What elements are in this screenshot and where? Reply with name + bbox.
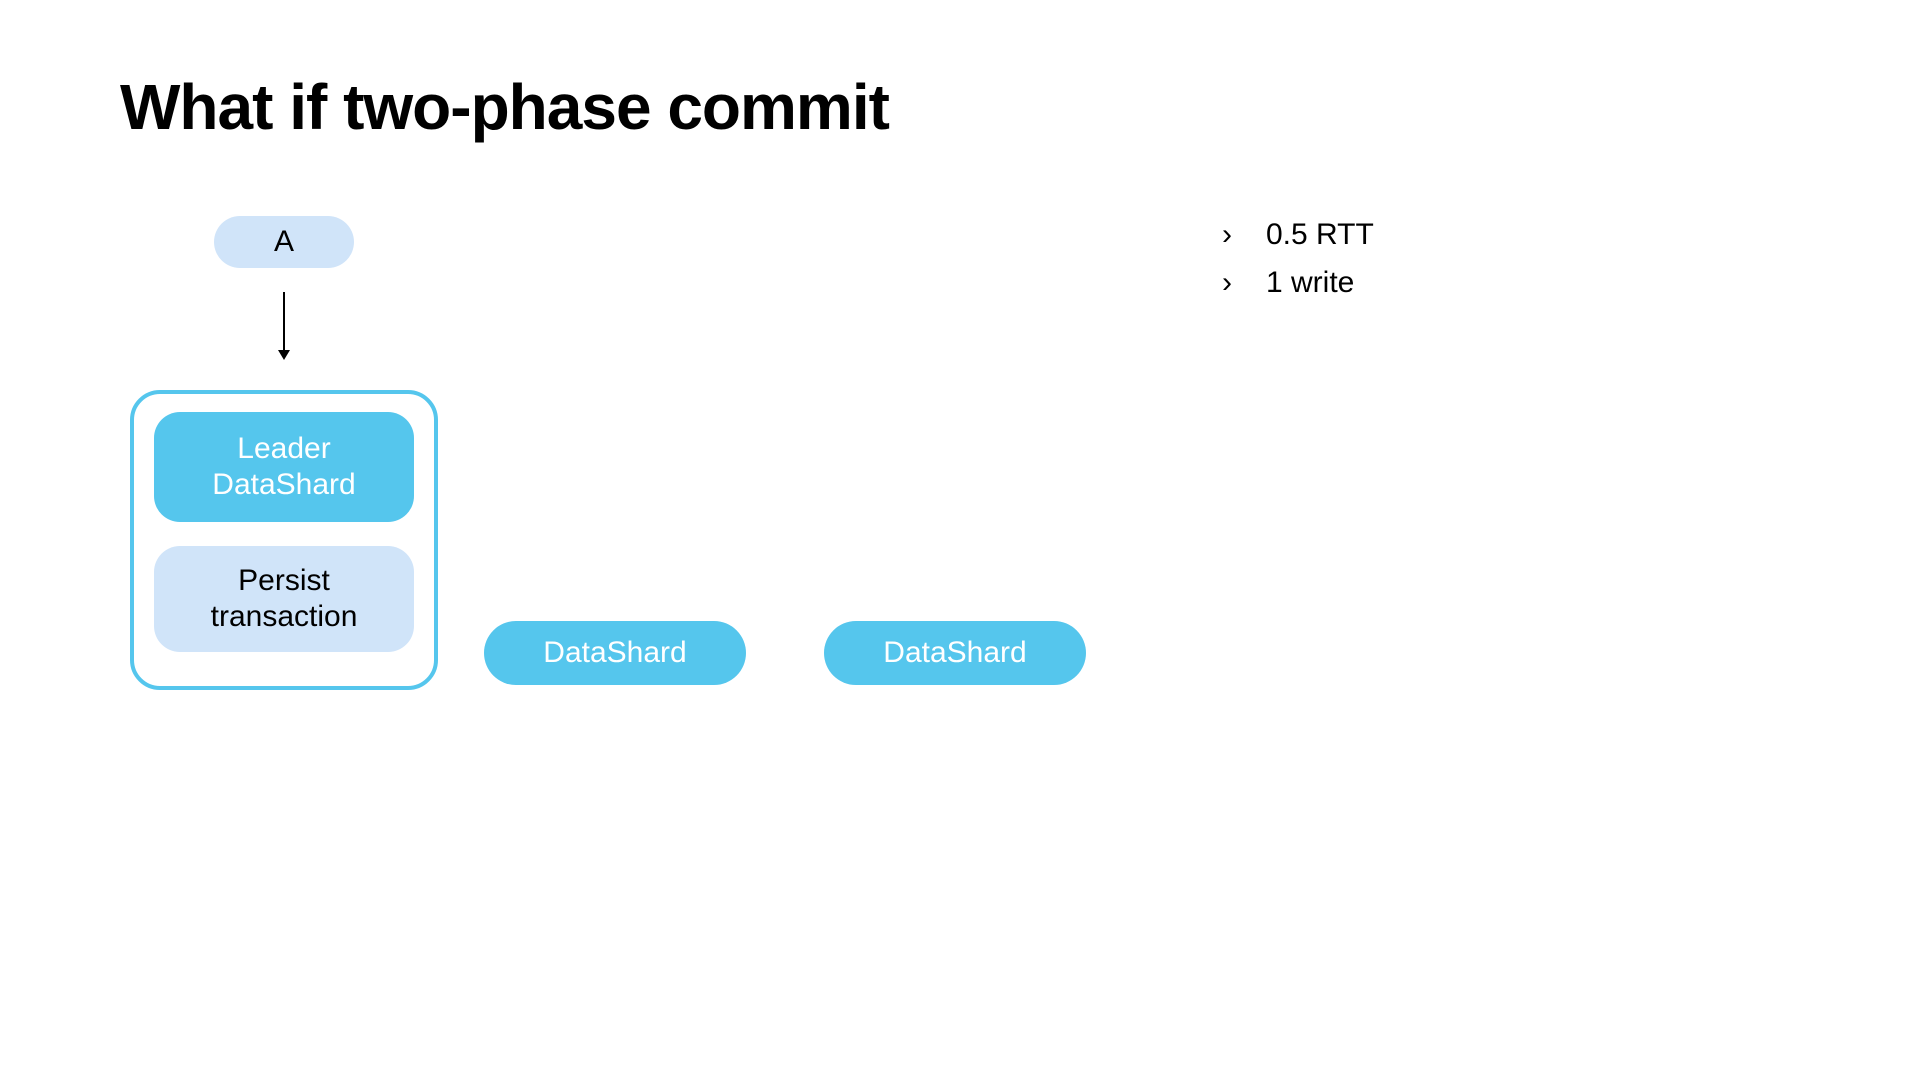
datashard-2-label: DataShard — [543, 636, 686, 670]
datashard-node-2: DataShard — [484, 621, 746, 685]
arrow-line — [283, 292, 285, 350]
leader-line1: Leader — [237, 431, 330, 467]
node-a-label: A — [274, 225, 294, 259]
datashard-node-3: DataShard — [824, 621, 1086, 685]
node-a: A — [214, 216, 354, 268]
persist-line2: transaction — [211, 599, 358, 635]
persist-transaction-node: Persist transaction — [154, 546, 414, 652]
bullet-item: › 0.5 RTT — [1222, 218, 1374, 252]
leader-datashard-node: Leader DataShard — [154, 412, 414, 522]
chevron-right-icon: › — [1222, 266, 1232, 300]
bullet-list: › 0.5 RTT › 1 write — [1222, 218, 1374, 314]
arrow-down-icon — [278, 292, 290, 360]
bullet-text-1: 0.5 RTT — [1266, 218, 1374, 252]
bullet-text-2: 1 write — [1266, 266, 1354, 300]
arrow-head — [278, 350, 290, 360]
bullet-item: › 1 write — [1222, 266, 1374, 300]
leader-container: Leader DataShard Persist transaction — [130, 390, 438, 690]
leader-line2: DataShard — [212, 467, 355, 503]
chevron-right-icon: › — [1222, 218, 1232, 252]
slide-title: What if two-phase commit — [120, 70, 889, 144]
persist-line1: Persist — [238, 563, 330, 599]
datashard-3-label: DataShard — [883, 636, 1026, 670]
